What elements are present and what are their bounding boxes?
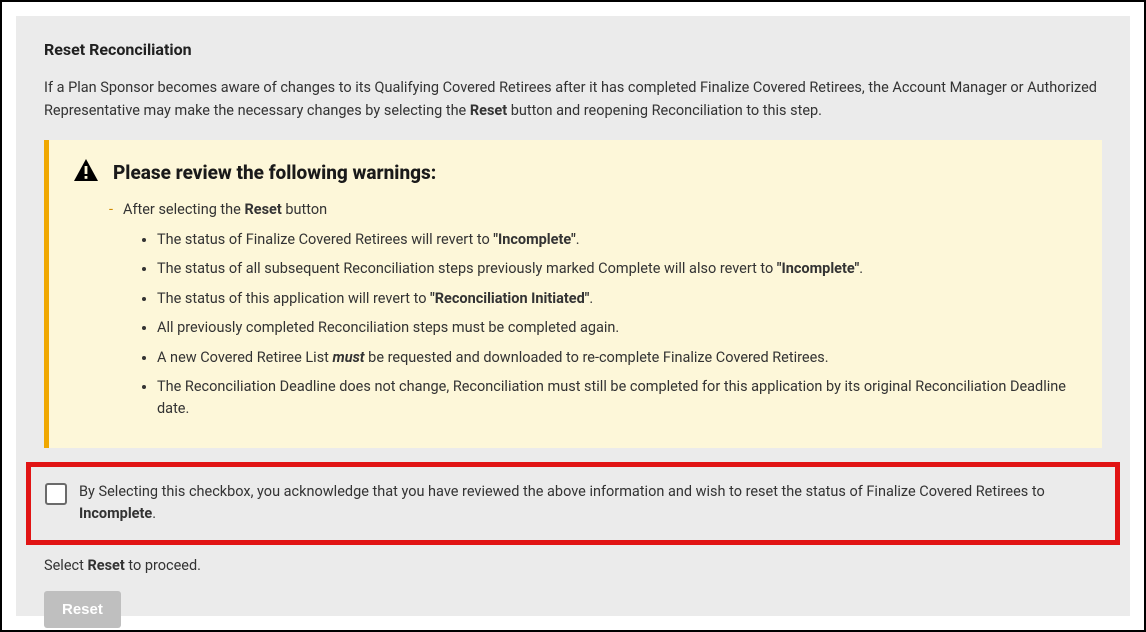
ack-pre: By Selecting this checkbox, you acknowle… bbox=[79, 483, 1045, 500]
proceed-instruction: Select Reset to proceed. bbox=[44, 555, 1102, 577]
intro-bold: Reset bbox=[470, 102, 507, 119]
intro-post: button and reopening Reconciliation to t… bbox=[507, 102, 822, 119]
list-item: All previously completed Reconciliation … bbox=[157, 317, 1078, 339]
warning-header: Please review the following warnings: bbox=[73, 158, 1078, 189]
list-item: The status of Finalize Covered Retirees … bbox=[157, 229, 1078, 251]
list-item: The status of this application will reve… bbox=[157, 288, 1078, 310]
list-item: The status of all subsequent Reconciliat… bbox=[157, 258, 1078, 280]
proceed-pre: Select bbox=[44, 557, 87, 574]
intro-paragraph: If a Plan Sponsor becomes aware of chang… bbox=[44, 76, 1102, 122]
ack-bold: Incomplete bbox=[79, 505, 152, 522]
must-emphasis: must bbox=[333, 349, 365, 366]
acknowledgement-highlight: By Selecting this checkbox, you acknowle… bbox=[26, 462, 1120, 545]
warning-box: Please review the following warnings: - … bbox=[44, 140, 1102, 448]
reset-button[interactable]: Reset bbox=[44, 591, 121, 628]
lead-pre: After selecting the bbox=[123, 201, 244, 218]
ack-post: . bbox=[152, 505, 156, 522]
warning-triangle-icon bbox=[73, 158, 99, 189]
lead-bold: Reset bbox=[244, 201, 281, 218]
list-item: The Reconciliation Deadline does not cha… bbox=[157, 376, 1078, 421]
dash-icon: - bbox=[109, 199, 113, 221]
warning-body: - After selecting the Reset button The s… bbox=[73, 199, 1078, 421]
proceed-bold: Reset bbox=[87, 557, 124, 574]
page-title: Reset Reconciliation bbox=[44, 38, 1102, 62]
warning-list: The status of Finalize Covered Retirees … bbox=[123, 229, 1078, 421]
ack-checkbox[interactable] bbox=[45, 483, 67, 505]
warning-lead-line: - After selecting the Reset button bbox=[123, 199, 1078, 221]
list-item: A new Covered Retiree List must be reque… bbox=[157, 347, 1078, 369]
ack-text: By Selecting this checkbox, you acknowle… bbox=[79, 481, 1101, 526]
lead-post: button bbox=[282, 201, 327, 218]
outer-frame: Reset Reconciliation If a Plan Sponsor b… bbox=[0, 0, 1146, 632]
warning-heading: Please review the following warnings: bbox=[113, 159, 436, 188]
reset-reconciliation-panel: Reset Reconciliation If a Plan Sponsor b… bbox=[16, 16, 1130, 616]
proceed-post: to proceed. bbox=[125, 557, 201, 574]
